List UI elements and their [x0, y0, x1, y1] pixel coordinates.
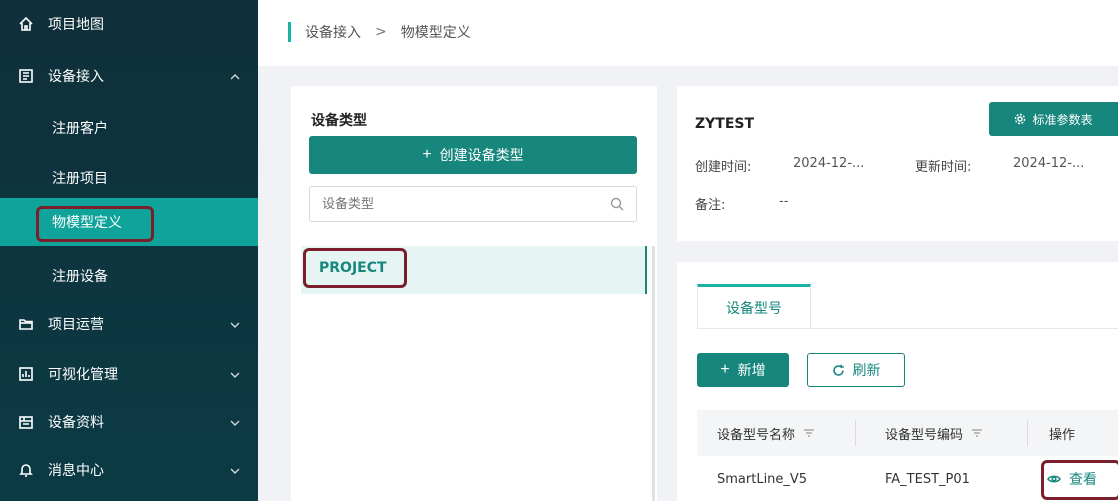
column-header-action: 操作: [1049, 410, 1075, 456]
sidebar-item-label: 注册客户: [52, 121, 108, 137]
sidebar-item-message-center[interactable]: 消息中心: [0, 446, 258, 494]
chevron-down-icon: [230, 417, 240, 427]
created-time-label: 创建时间:: [695, 160, 752, 175]
chevron-down-icon: [230, 319, 240, 329]
create-device-type-button[interactable]: + 创建设备类型: [309, 136, 637, 174]
column-header-label: 操作: [1049, 427, 1076, 443]
updated-time-text: 2024-12-...: [1013, 156, 1085, 171]
sidebar-item-visualization[interactable]: 可视化管理: [0, 350, 258, 398]
cell-model-code: FA_TEST_P01: [885, 471, 970, 487]
sidebar-item-register-customer[interactable]: 注册客户: [0, 104, 258, 152]
table-row: SmartLine_V5 FA_TEST_P01 查看: [697, 456, 1118, 501]
chevron-up-icon: [230, 71, 240, 81]
sidebar-item-device-access[interactable]: 设备接入: [0, 52, 258, 100]
column-divider: [1027, 420, 1028, 446]
column-header-model-code[interactable]: 设备型号编码: [885, 410, 983, 456]
filter-icon[interactable]: [971, 427, 983, 439]
chart-icon: [18, 366, 34, 382]
updated-time-value: 2024-12-...: [1013, 156, 1084, 171]
bell-icon: [18, 462, 34, 478]
eye-icon: [1047, 472, 1061, 486]
cell-action: 查看: [1047, 456, 1097, 501]
breadcrumb-separator: >: [375, 24, 387, 40]
folder-icon: [18, 316, 34, 332]
tab-device-model[interactable]: 设备型号: [697, 284, 811, 328]
created-time-value: 2024-12-...: [793, 156, 864, 171]
column-divider: [855, 420, 856, 446]
device-model-card: 设备型号 + 新增 刷新 设备型号名称 设备型号编码 操作 SmartLine_…: [677, 262, 1118, 501]
updated-time-row: 更新时间:: [915, 156, 971, 175]
breadcrumb-parent[interactable]: 设备接入: [305, 22, 361, 42]
updated-time-label: 更新时间:: [915, 160, 972, 175]
gear-icon: [1014, 113, 1026, 125]
created-time-row: 创建时间:: [695, 156, 751, 175]
device-type-name: ZYTEST: [695, 116, 755, 132]
standard-params-button[interactable]: 标准参数表: [989, 102, 1118, 136]
sidebar-item-label: 物模型定义: [52, 215, 122, 231]
table-header: 设备型号名称 设备型号编码 操作: [697, 410, 1118, 456]
sidebar-item-register-project[interactable]: 注册项目: [0, 154, 258, 202]
device-type-info-card: ZYTEST 标准参数表 创建时间: 2024-12-... 更新时间: 202…: [677, 86, 1118, 241]
chevron-down-icon: [230, 465, 240, 475]
column-header-model-name[interactable]: 设备型号名称: [717, 410, 815, 456]
column-header-label: 设备型号编码: [885, 427, 964, 443]
device-type-panel: 设备类型 + 创建设备类型 PROJECT: [291, 86, 657, 501]
create-button-label: 创建设备类型: [439, 147, 524, 163]
chevron-down-icon: [230, 369, 240, 379]
column-header-label: 设备型号名称: [717, 427, 796, 443]
doc-icon: [18, 414, 34, 430]
created-time-text: 2024-12-...: [793, 156, 865, 171]
sidebar-item-device-docs[interactable]: 设备资料: [0, 398, 258, 446]
sidebar-item-label: 可视化管理: [48, 367, 118, 383]
remark-label: 备注:: [695, 198, 726, 213]
refresh-icon: [832, 364, 845, 377]
plus-icon: +: [422, 146, 432, 163]
filter-icon[interactable]: [803, 427, 815, 439]
refresh-button-label: 刷新: [852, 362, 881, 378]
sidebar-item-label: 项目运营: [48, 317, 104, 333]
sidebar-item-label: 项目地图: [48, 17, 104, 33]
remark-value: --: [779, 194, 788, 209]
device-type-item[interactable]: PROJECT: [301, 246, 647, 294]
search-icon[interactable]: [610, 197, 624, 211]
standard-params-label: 标准参数表: [1032, 112, 1093, 127]
add-button-label: 新增: [737, 362, 766, 378]
sidebar-item-thing-model[interactable]: 物模型定义: [0, 198, 258, 246]
sidebar-item-project-map[interactable]: 项目地图: [0, 0, 258, 48]
add-model-button[interactable]: + 新增: [697, 353, 789, 387]
panel-scrollbar[interactable]: [652, 246, 655, 501]
plus-icon: +: [720, 361, 730, 378]
refresh-button[interactable]: 刷新: [807, 353, 905, 387]
view-link-label: 查看: [1069, 472, 1097, 488]
sidebar-item-label: 消息中心: [48, 463, 104, 479]
cell-model-name: SmartLine_V5: [717, 471, 808, 487]
home-icon: [18, 16, 34, 32]
device-type-label: PROJECT: [319, 260, 387, 276]
breadcrumb-accent-bar: [288, 22, 291, 42]
sidebar-item-label: 注册设备: [52, 269, 108, 285]
topbar: 设备接入 > 物模型定义: [258, 0, 1118, 66]
panel-title: 设备类型: [311, 113, 367, 129]
view-link[interactable]: 查看: [1047, 469, 1097, 489]
search-input[interactable]: [310, 187, 600, 221]
breadcrumb: 设备接入 > 物模型定义: [288, 22, 471, 42]
sidebar: 项目地图 设备接入 注册客户 注册项目 物模型定义 注册设备 项目运营 可视化管…: [0, 0, 258, 501]
breadcrumb-current: 物模型定义: [400, 25, 471, 41]
device-type-search: [309, 186, 637, 222]
sidebar-item-label: 设备接入: [48, 69, 104, 85]
sidebar-item-register-device[interactable]: 注册设备: [0, 252, 258, 300]
remark-row: 备注:: [695, 194, 725, 213]
sidebar-item-label: 设备资料: [48, 415, 104, 431]
sidebar-item-label: 注册项目: [52, 171, 108, 187]
device-icon: [18, 68, 34, 84]
tab-divider: [697, 328, 1118, 329]
sidebar-item-project-ops[interactable]: 项目运营: [0, 300, 258, 348]
remark-text: --: [779, 194, 789, 209]
